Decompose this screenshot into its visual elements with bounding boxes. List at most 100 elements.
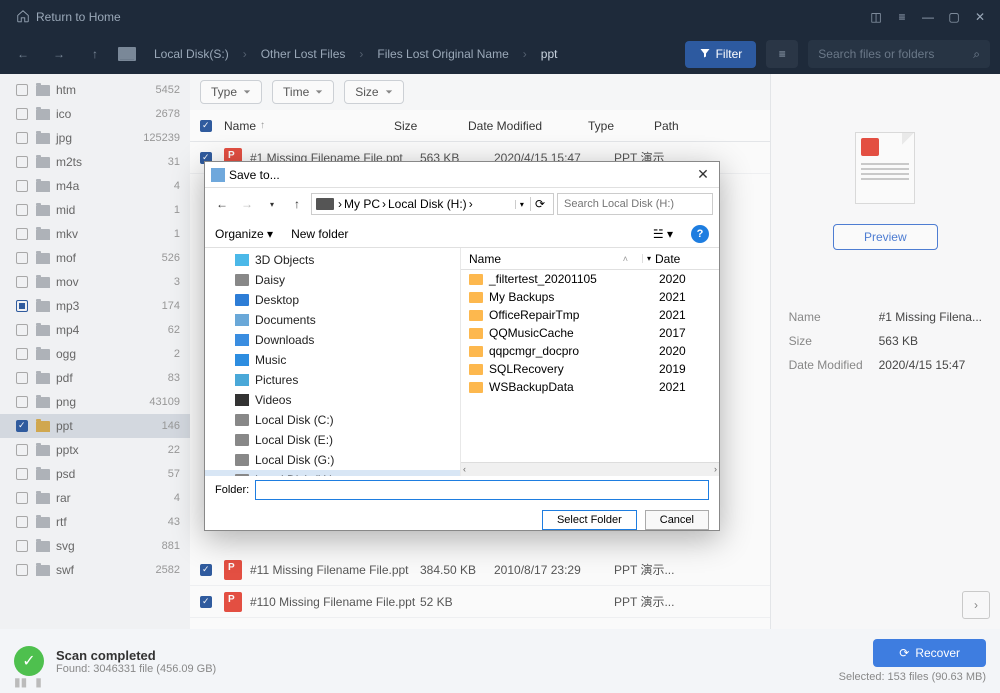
pause-icon[interactable]: ▮▮ — [14, 675, 27, 689]
help-icon[interactable]: ? — [691, 225, 709, 243]
dialog-up-icon[interactable]: ↑ — [286, 193, 308, 215]
sidebar-item-rar[interactable]: rar4 — [0, 486, 190, 510]
dialog-close-button[interactable]: ✕ — [693, 166, 713, 183]
sidebar-item-mp3[interactable]: mp3174 — [0, 294, 190, 318]
select-all-checkbox[interactable] — [200, 120, 212, 132]
sidebar-item-pdf[interactable]: pdf83 — [0, 366, 190, 390]
folder-tree[interactable]: 3D ObjectsDaisyDesktopDocumentsDownloads… — [205, 248, 461, 476]
nav-up-icon[interactable]: ↑ — [82, 41, 108, 67]
sidebar-item-jpg[interactable]: jpg125239 — [0, 126, 190, 150]
new-folder-button[interactable]: New folder — [291, 227, 348, 241]
list-item[interactable]: OfficeRepairTmp2021 — [461, 306, 719, 324]
folder-input[interactable] — [255, 480, 709, 500]
list-item[interactable]: WSBackupData2021 — [461, 378, 719, 396]
tree-item[interactable]: Documents — [205, 310, 460, 330]
sidebar-checkbox[interactable] — [16, 372, 28, 384]
dialog-back-icon[interactable]: ← — [211, 193, 233, 215]
tree-item[interactable]: Local Disk (E:) — [205, 430, 460, 450]
tree-item[interactable]: Daisy — [205, 270, 460, 290]
type-dropdown[interactable]: Type — [200, 80, 262, 104]
sidebar-checkbox[interactable] — [16, 492, 28, 504]
window-widget-icon[interactable]: ◫ — [864, 5, 888, 29]
horizontal-scrollbar[interactable]: ‹› — [461, 462, 719, 476]
sidebar-item-ppt[interactable]: ppt146 — [0, 414, 190, 438]
sidebar-item-m4a[interactable]: m4a4 — [0, 174, 190, 198]
search-box[interactable]: ⌕ — [808, 40, 990, 68]
filter-button[interactable]: Filter — [685, 41, 757, 68]
col-path[interactable]: Path — [654, 119, 770, 133]
col-date[interactable]: Date Modified — [468, 119, 588, 133]
sidebar-checkbox[interactable] — [16, 252, 28, 264]
time-dropdown[interactable]: Time — [272, 80, 334, 104]
window-close-icon[interactable]: ✕ — [968, 5, 992, 29]
sidebar-checkbox[interactable] — [16, 324, 28, 336]
window-minimize-icon[interactable]: — — [916, 5, 940, 29]
sidebar-item-mid[interactable]: mid1 — [0, 198, 190, 222]
sidebar-checkbox[interactable] — [16, 348, 28, 360]
crumb-original-name[interactable]: Files Lost Original Name — [373, 45, 512, 63]
sidebar-checkbox[interactable] — [16, 516, 28, 528]
dialog-path[interactable]: › My PC › Local Disk (H:) › ▾ ⟳ — [311, 193, 554, 215]
return-home-button[interactable]: Return to Home — [8, 5, 129, 30]
table-row[interactable]: #11 Missing Filename File.ppt 384.50 KB … — [190, 554, 770, 586]
sidebar-checkbox[interactable] — [16, 276, 28, 288]
list-item[interactable]: My Backups2021 — [461, 288, 719, 306]
organize-dropdown[interactable]: Organize ▾ — [215, 227, 273, 241]
sidebar-item-rtf[interactable]: rtf43 — [0, 510, 190, 534]
dialog-search-input[interactable] — [557, 193, 713, 215]
tree-item[interactable]: Videos — [205, 390, 460, 410]
tree-item[interactable]: Local Disk (G:) — [205, 450, 460, 470]
dialog-recent-dropdown[interactable]: ▾ — [261, 193, 283, 215]
sidebar-item-mp4[interactable]: mp462 — [0, 318, 190, 342]
sidebar-checkbox[interactable] — [16, 420, 28, 432]
tree-item[interactable]: Downloads — [205, 330, 460, 350]
detail-next-button[interactable]: › — [962, 591, 990, 619]
sidebar-item-ico[interactable]: ico2678 — [0, 102, 190, 126]
col-name[interactable]: Name↑ — [224, 119, 394, 133]
tree-item[interactable]: 3D Objects — [205, 250, 460, 270]
sidebar-checkbox[interactable] — [16, 540, 28, 552]
sidebar-item-psd[interactable]: psd57 — [0, 462, 190, 486]
path-mypc[interactable]: My PC — [344, 197, 380, 211]
stop-icon[interactable]: ▮ — [35, 675, 42, 689]
crumb-ppt[interactable]: ppt — [537, 45, 562, 63]
sidebar-item-mov[interactable]: mov3 — [0, 270, 190, 294]
sidebar-checkbox[interactable] — [16, 84, 28, 96]
table-row[interactable]: #110 Missing Filename File.ppt 52 KB PPT… — [190, 586, 770, 618]
tree-item[interactable]: Desktop — [205, 290, 460, 310]
row-checkbox[interactable] — [200, 564, 212, 576]
list-col-name[interactable]: Name˄▾ — [461, 252, 651, 266]
sidebar-checkbox[interactable] — [16, 132, 28, 144]
sidebar-item-svg[interactable]: svg881 — [0, 534, 190, 558]
list-item[interactable]: QQMusicCache2017 — [461, 324, 719, 342]
list-item[interactable]: qqpcmgr_docpro2020 — [461, 342, 719, 360]
window-maximize-icon[interactable]: ▢ — [942, 5, 966, 29]
search-input[interactable] — [818, 47, 973, 61]
scan-controls[interactable]: ▮▮▮ — [14, 675, 42, 689]
window-menu-icon[interactable]: ≡ — [890, 5, 914, 29]
view-options-dropdown[interactable]: ☱ ▾ — [653, 227, 673, 241]
path-dropdown-icon[interactable]: ▾ — [515, 200, 528, 209]
sidebar-item-m2ts[interactable]: m2ts31 — [0, 150, 190, 174]
nav-back-icon[interactable]: ← — [10, 41, 36, 67]
tree-item[interactable]: Pictures — [205, 370, 460, 390]
sidebar-checkbox[interactable] — [16, 564, 28, 576]
sidebar-item-mof[interactable]: mof526 — [0, 246, 190, 270]
sidebar-item-pptx[interactable]: pptx22 — [0, 438, 190, 462]
sidebar-item-swf[interactable]: swf2582 — [0, 558, 190, 582]
view-toggle-button[interactable]: ≡ — [766, 40, 798, 68]
select-folder-button[interactable]: Select Folder — [542, 510, 637, 530]
recover-button[interactable]: ⟳Recover — [873, 639, 986, 667]
crumb-disk[interactable]: Local Disk(S:) — [150, 45, 233, 63]
list-item[interactable]: SQLRecovery2019 — [461, 360, 719, 378]
sidebar-item-png[interactable]: png43109 — [0, 390, 190, 414]
preview-button[interactable]: Preview — [833, 224, 938, 250]
sidebar-checkbox[interactable] — [16, 228, 28, 240]
sidebar-checkbox[interactable] — [16, 396, 28, 408]
sidebar-checkbox[interactable] — [16, 204, 28, 216]
sidebar-checkbox[interactable] — [16, 444, 28, 456]
sidebar-checkbox[interactable] — [16, 180, 28, 192]
cancel-button[interactable]: Cancel — [645, 510, 709, 530]
file-type-sidebar[interactable]: htm5452ico2678jpg125239m2ts31m4a4mid1mkv… — [0, 74, 190, 629]
sidebar-item-htm[interactable]: htm5452 — [0, 78, 190, 102]
